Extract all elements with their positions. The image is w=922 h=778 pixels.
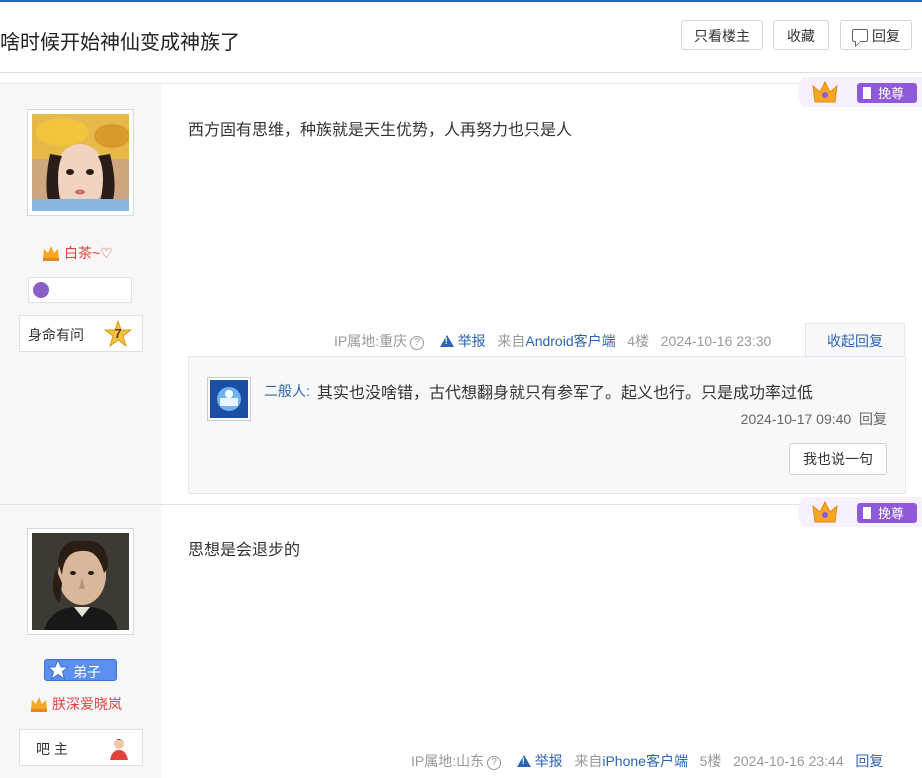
tag-support-label: 挽尊: [878, 86, 904, 101]
moderator-icon: [110, 739, 128, 760]
reply-link[interactable]: 回复: [859, 411, 887, 427]
post-time: 2024-10-16 23:30: [660, 333, 772, 349]
reply-button-label: 回复: [872, 28, 900, 44]
source-link[interactable]: iPhone客户端: [602, 753, 688, 769]
post-content: 西方固有思维，种族就是天生优势，人再努力也只是人: [188, 122, 573, 139]
warning-icon: [439, 335, 454, 347]
avatar-image: [32, 114, 130, 211]
username[interactable]: 白茶~♡: [42, 243, 113, 263]
report-label: 举报: [457, 333, 486, 349]
username-text: 朕深爱晓岚: [52, 696, 122, 712]
username[interactable]: 朕深爱晓岚: [30, 694, 122, 714]
report-link[interactable]: 举报: [439, 333, 486, 349]
help-icon[interactable]: ?: [487, 756, 502, 770]
post-time: 2024-10-16 23:44: [733, 753, 844, 769]
tag-support-label: 挽尊: [878, 506, 904, 521]
badge-row: [28, 277, 132, 303]
member-crown-icon: [31, 697, 47, 712]
reply-text: 其实也没啥错，古代想翻身就只有参军了。起义也行。只是成功率过低: [317, 385, 814, 402]
floor-number: 4楼: [627, 333, 650, 349]
member-crown-icon: [43, 246, 59, 261]
post-meta: IP属地:重庆? 举报 来自Android客户端 4楼 2024-10-16 2…: [334, 331, 771, 351]
floor-number: 5楼: [699, 753, 722, 769]
reply-time: 2024-10-17 09:40: [740, 411, 852, 427]
rank-badge-label: 弟子: [73, 664, 101, 680]
help-icon[interactable]: ?: [410, 336, 425, 350]
level-badge[interactable]: 身命有问 7: [19, 315, 143, 352]
level-name: 吧 主: [36, 741, 68, 757]
only-op-button[interactable]: 只看楼主: [681, 20, 763, 50]
reply-meta: 2024-10-17 09:40 回复: [741, 409, 887, 429]
collapse-replies-button[interactable]: 收起回复: [805, 323, 905, 357]
warning-icon: [516, 755, 531, 767]
source-link[interactable]: Android客户端: [525, 333, 615, 349]
username-text: 白茶~♡: [64, 245, 113, 261]
avatar[interactable]: [27, 109, 134, 216]
source-prefix: 来自: [497, 333, 526, 349]
ip-location: IP属地:山东: [411, 753, 485, 769]
reply-username[interactable]: 二般人:: [264, 381, 310, 401]
post-meta: IP属地:山东? 举报 来自iPhone客户端 5楼 2024-10-16 23…: [411, 751, 883, 771]
tag-support-badge[interactable]: 挽尊: [793, 495, 922, 529]
level-number: 7: [114, 326, 122, 341]
comment-icon: [852, 29, 868, 42]
thread-header: 啥时候开始神仙变成神族了 只看楼主 收藏 回复: [0, 2, 922, 72]
avatar-image: [32, 533, 129, 630]
header-divider: [0, 72, 922, 84]
level-badge[interactable]: 吧 主: [19, 729, 143, 766]
add-comment-button[interactable]: 我也说一句: [789, 443, 887, 475]
reply-button[interactable]: 回复: [840, 20, 912, 50]
report-label: 举报: [534, 753, 563, 769]
rank-badge: 弟子: [44, 659, 117, 681]
report-link[interactable]: 举报: [516, 753, 563, 769]
avatar[interactable]: [27, 528, 134, 635]
favorite-button[interactable]: 收藏: [773, 20, 829, 50]
post-content: 思想是会退步的: [188, 542, 301, 559]
level-name: 身命有问: [28, 327, 84, 343]
ip-location: IP属地:重庆: [334, 333, 408, 349]
star-icon: [47, 659, 69, 681]
badge-icon: [33, 282, 49, 298]
reply-thread: 二般人: 其实也没啥错，古代想翻身就只有参军了。起义也行。只是成功率过低 202…: [188, 356, 906, 494]
level-star-icon: 7: [103, 319, 133, 348]
tag-support-badge[interactable]: 挽尊: [793, 75, 922, 109]
reply-avatar-image: [210, 380, 248, 418]
source-prefix: 来自: [574, 753, 603, 769]
reply-avatar[interactable]: [207, 377, 251, 421]
thread-title: 啥时候开始神仙变成神族了: [0, 32, 240, 54]
reply-link[interactable]: 回复: [855, 753, 883, 769]
